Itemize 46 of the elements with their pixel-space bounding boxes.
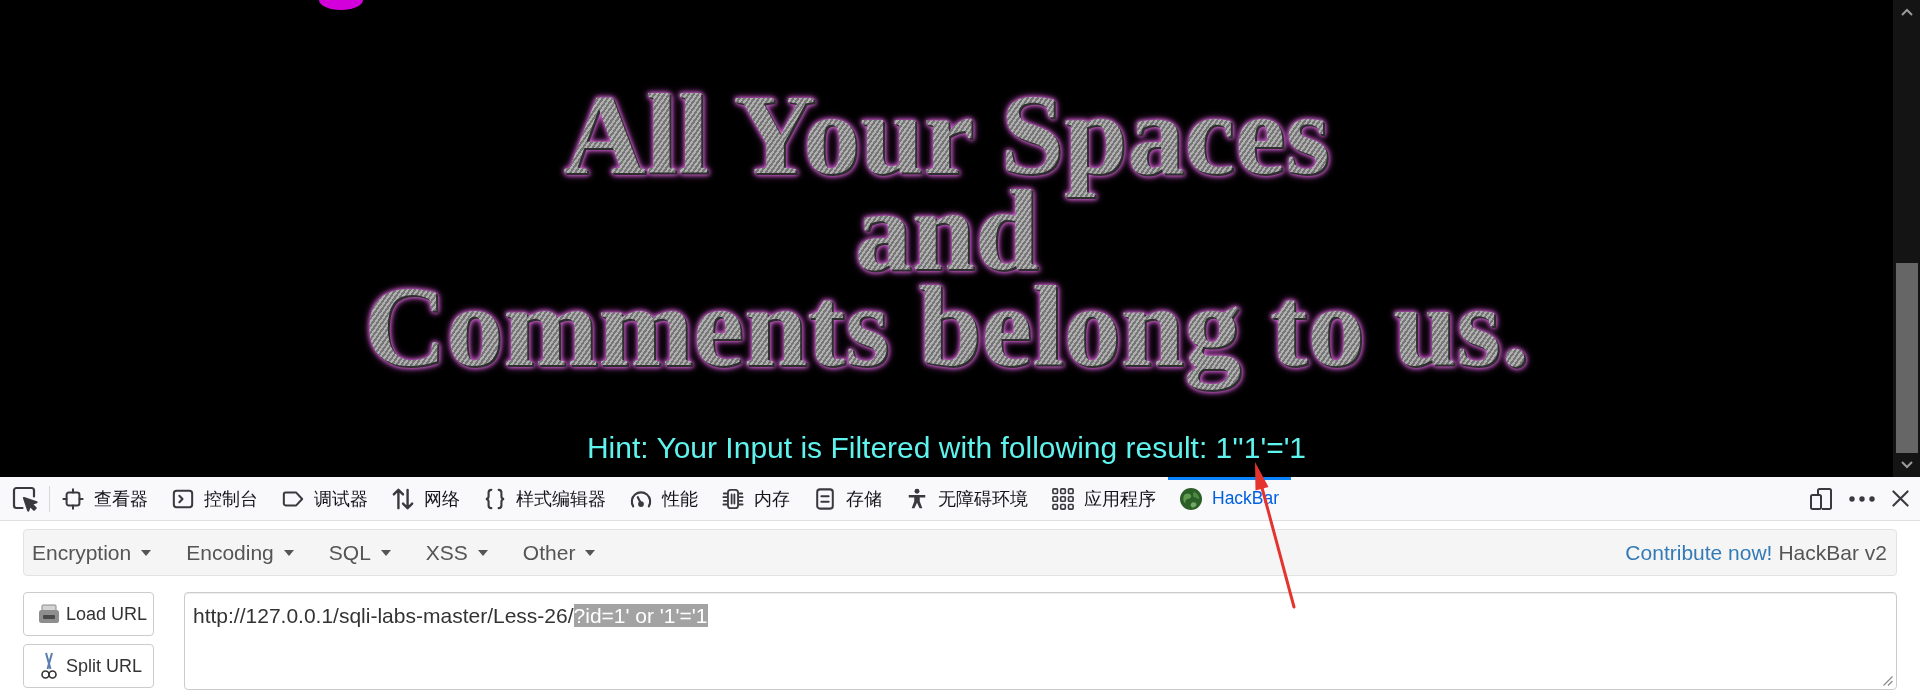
contribute-link[interactable]: Contribute now! bbox=[1625, 540, 1773, 565]
globe-icon bbox=[1180, 487, 1202, 510]
hint-text: Hint: Your Input is Filtered with following result: 1''1'='1 bbox=[586, 430, 1307, 466]
load-url-button[interactable]: Load URL bbox=[23, 592, 154, 636]
devtools-tab[interactable]: 样式编辑器 bbox=[472, 477, 618, 520]
devtools-tab[interactable]: 内存 bbox=[710, 477, 802, 520]
menu-dropdown[interactable]: Encryption bbox=[28, 536, 156, 569]
devtools-tab[interactable]: 调试器 bbox=[270, 477, 380, 520]
menu-dropdown[interactable]: Encoding bbox=[182, 536, 298, 569]
caret-icon bbox=[585, 549, 596, 556]
blob-shape bbox=[319, 0, 363, 10]
devtools-tab[interactable]: 性能 bbox=[618, 477, 710, 520]
caret-icon bbox=[477, 549, 488, 556]
chip-icon bbox=[722, 487, 744, 510]
braces-icon bbox=[484, 487, 506, 510]
devices-icon[interactable] bbox=[1810, 487, 1832, 510]
devtools-tab[interactable]: 控制台 bbox=[160, 477, 270, 520]
caret-icon bbox=[141, 549, 152, 556]
scroll-down-icon[interactable] bbox=[1900, 461, 1913, 469]
scrollbar-track[interactable] bbox=[1893, 0, 1920, 477]
up-down-arrows-icon bbox=[392, 487, 414, 510]
list-box-icon bbox=[814, 487, 836, 510]
scroll-up-icon[interactable] bbox=[1900, 8, 1913, 16]
scissors-icon bbox=[41, 652, 57, 680]
crosshair-frame-icon bbox=[62, 487, 84, 510]
menu-dropdown[interactable]: Other bbox=[518, 536, 600, 569]
terminal-icon bbox=[172, 487, 194, 510]
caret-icon bbox=[283, 549, 294, 556]
person-icon bbox=[906, 487, 928, 510]
split-url-button[interactable]: Split URL bbox=[23, 644, 154, 688]
scrollbar-thumb[interactable] bbox=[1895, 263, 1918, 453]
caret-icon bbox=[380, 549, 391, 556]
devtools-tab[interactable]: 无障碍环境 bbox=[894, 477, 1040, 520]
element-picker-icon[interactable] bbox=[12, 485, 38, 512]
version-label: HackBar v2 bbox=[1778, 540, 1887, 565]
resize-grip-icon[interactable] bbox=[1883, 676, 1893, 686]
more-options-icon[interactable] bbox=[1849, 495, 1875, 502]
printer-icon bbox=[38, 604, 60, 624]
menu-dropdown[interactable]: XSS bbox=[421, 536, 492, 569]
devtools-tab[interactable]: 查看器 bbox=[50, 477, 160, 520]
grid-icon bbox=[1052, 487, 1074, 510]
menu-dropdown[interactable]: SQL bbox=[324, 536, 395, 569]
devtools-tab[interactable]: 网络 bbox=[380, 477, 472, 520]
close-icon[interactable] bbox=[1892, 490, 1909, 507]
devtools-tab[interactable]: 应用程序 bbox=[1040, 477, 1168, 520]
devtools-tab[interactable]: 存储 bbox=[802, 477, 894, 520]
